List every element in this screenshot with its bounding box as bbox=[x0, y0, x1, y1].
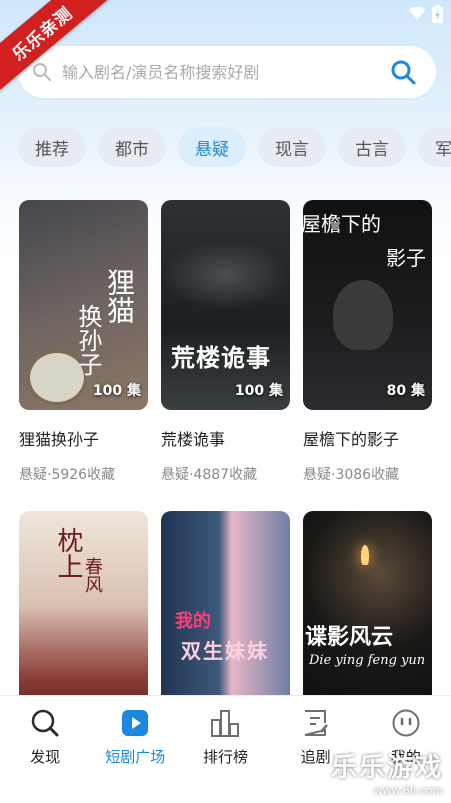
tab-urban[interactable]: 都市 bbox=[98, 127, 166, 167]
ranking-icon bbox=[211, 710, 240, 737]
drama-title[interactable]: 狸猫换孙子 bbox=[19, 426, 148, 450]
drama-title[interactable]: 屋檐下的影子 bbox=[303, 426, 432, 450]
drama-card[interactable]: 狸猫 换孙子 100 集 狸猫换孙子 悬疑·5926收藏 bbox=[19, 200, 148, 484]
cover-subtitle: Die ying feng yun bbox=[309, 653, 426, 668]
nav-label: 排行榜 bbox=[202, 748, 248, 766]
cover-title-line2: 双生妹妹 bbox=[181, 639, 269, 663]
cover-figures bbox=[161, 240, 290, 310]
drama-card[interactable]: 谍影风云 Die ying feng yun bbox=[303, 511, 432, 721]
tab-suspense[interactable]: 悬疑 bbox=[178, 127, 246, 167]
drama-meta: 悬疑·5926收藏 bbox=[19, 467, 116, 483]
nav-drama-square[interactable]: 短剧广场 bbox=[95, 708, 175, 803]
watermark-url: www.6ll.com bbox=[373, 784, 443, 797]
candle-flame-icon bbox=[361, 545, 369, 565]
nav-discover[interactable]: 发现 bbox=[5, 708, 85, 803]
cover-title: 荒楼诡事 bbox=[171, 343, 271, 372]
cover-title-line2: 影子 bbox=[386, 246, 426, 270]
watermark-brand: 乐乐游戏 bbox=[330, 753, 443, 783]
search-bar[interactable] bbox=[18, 46, 436, 98]
drama-cover[interactable]: 荒楼诡事 100 集 bbox=[161, 200, 290, 410]
discover-icon bbox=[31, 709, 59, 737]
play-square-icon bbox=[122, 710, 149, 736]
cover-title: 我的 bbox=[175, 611, 211, 632]
drama-card[interactable]: 枕上 春风 bbox=[19, 511, 148, 721]
drama-meta: 悬疑·4887收藏 bbox=[161, 467, 258, 483]
drama-cover[interactable]: 狸猫 换孙子 100 集 bbox=[19, 200, 148, 410]
episode-count: 100 集 bbox=[92, 383, 141, 399]
cover-portrait bbox=[333, 280, 393, 350]
cover-title-line2: 换孙子 bbox=[74, 304, 102, 376]
drama-cover[interactable]: 我的 双生妹妹 bbox=[161, 511, 290, 721]
cover-title: 枕上 bbox=[53, 527, 83, 579]
drama-card[interactable]: 我的 双生妹妹 bbox=[161, 511, 290, 721]
nav-label: 短剧广场 bbox=[105, 748, 166, 766]
category-tabs: 推荐 都市 悬疑 现言 古言 军 bbox=[18, 127, 451, 167]
cover-title: 谍影风云 bbox=[305, 624, 394, 650]
search-input[interactable] bbox=[62, 62, 390, 82]
tab-ancient-romance[interactable]: 古言 bbox=[338, 127, 406, 167]
drama-cover[interactable]: 枕上 春风 bbox=[19, 511, 148, 721]
nav-ranking[interactable]: 排行榜 bbox=[185, 708, 265, 803]
drama-meta: 悬疑·3086收藏 bbox=[303, 467, 400, 483]
site-watermark: 乐乐游戏 www.6ll.com bbox=[331, 747, 443, 797]
episode-count: 80 集 bbox=[386, 383, 425, 399]
cover-title: 屋檐下的 bbox=[303, 212, 381, 236]
drama-title[interactable]: 荒楼诡事 bbox=[161, 426, 290, 450]
battery-charging-icon bbox=[432, 5, 443, 23]
tab-recommend[interactable]: 推荐 bbox=[18, 127, 86, 167]
nav-label: 追剧 bbox=[300, 748, 331, 766]
profile-icon bbox=[392, 709, 420, 737]
wifi-icon bbox=[408, 7, 426, 20]
drama-cover[interactable]: 谍影风云 Die ying feng yun bbox=[303, 511, 432, 721]
tab-modern-romance[interactable]: 现言 bbox=[258, 127, 326, 167]
drama-card[interactable]: 荒楼诡事 100 集 荒楼诡事 悬疑·4887收藏 bbox=[161, 200, 290, 484]
search-icon bbox=[33, 63, 51, 81]
cover-title-line2: 春风 bbox=[82, 557, 103, 593]
cover-title: 狸猫 bbox=[103, 268, 136, 324]
drama-cover[interactable]: 屋檐下的 影子 80 集 bbox=[303, 200, 432, 410]
episode-count: 100 集 bbox=[234, 383, 283, 399]
nav-label: 发现 bbox=[30, 748, 61, 766]
drama-card[interactable]: 屋檐下的 影子 80 集 屋檐下的影子 悬疑·3086收藏 bbox=[303, 200, 432, 484]
follow-list-icon bbox=[304, 710, 328, 736]
tab-military[interactable]: 军 bbox=[418, 127, 451, 167]
search-submit-icon[interactable] bbox=[390, 59, 416, 85]
